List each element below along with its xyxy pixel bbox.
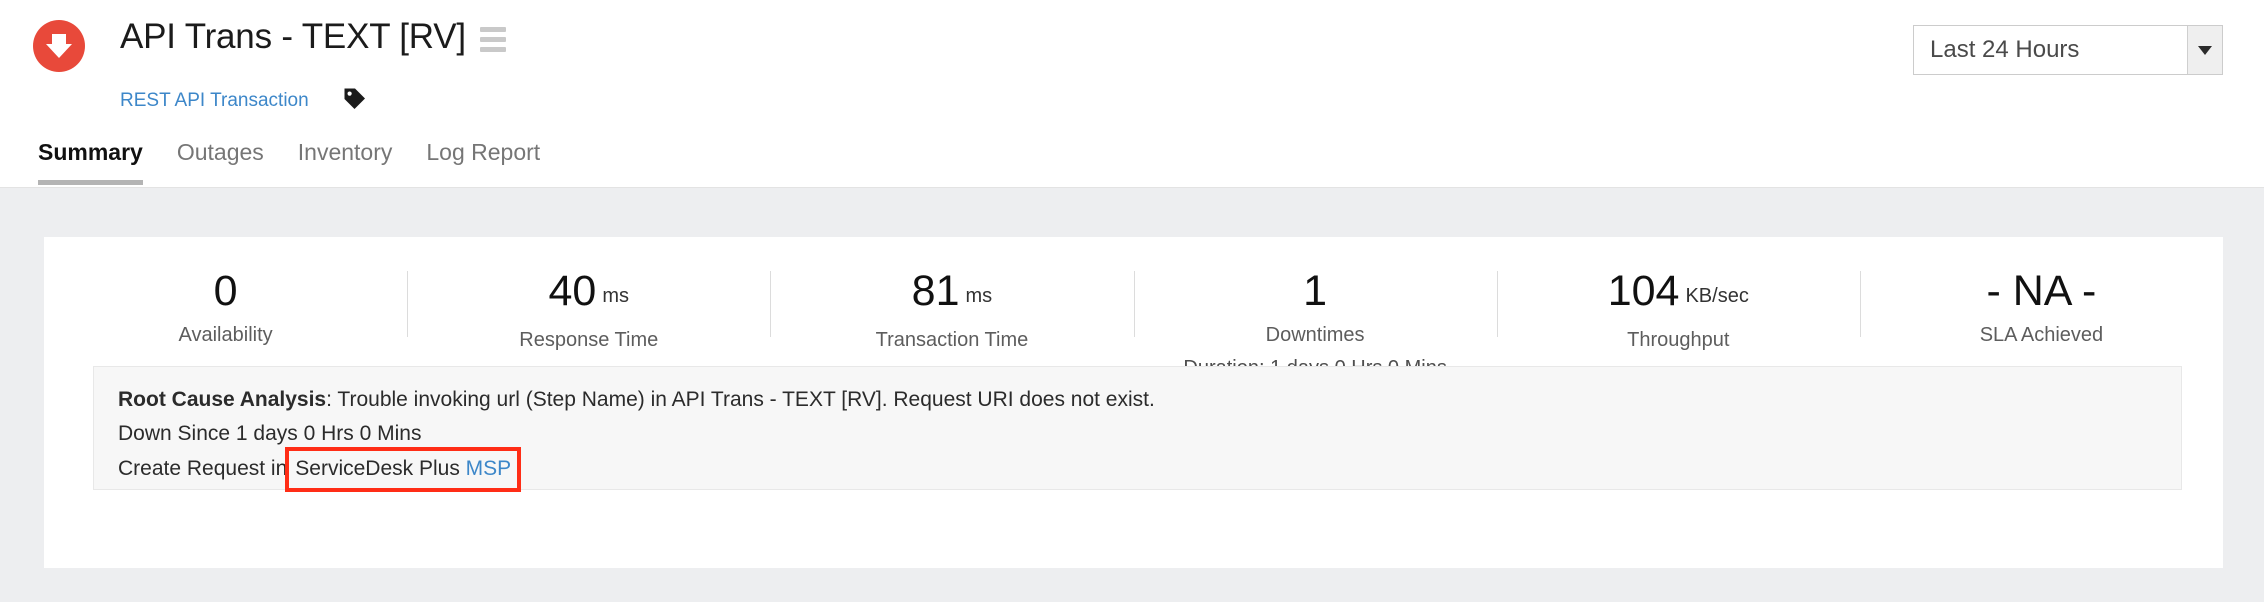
tab-outages[interactable]: Outages <box>177 138 264 185</box>
subtitle-row: REST API Transaction <box>120 85 368 117</box>
product-name: ServiceDesk Plus <box>295 457 460 480</box>
page-header: API Trans - TEXT [RV] REST API Transacti… <box>0 0 2264 188</box>
tab-bar: Summary Outages Inventory Log Report <box>38 138 540 185</box>
metric-sla-achieved: - NA - SLA Achieved <box>1859 267 2223 347</box>
metric-label: Availability <box>178 324 273 346</box>
metric-value: 1 <box>1303 267 1328 315</box>
monitor-type-link[interactable]: REST API Transaction <box>120 90 309 112</box>
tab-log-report[interactable]: Log Report <box>426 138 540 185</box>
create-request-prefix: Create Request in <box>118 457 288 480</box>
metrics-row: 0 Availability 40 ms Response Time 81 ms T… <box>44 237 2223 379</box>
monitor-summary-page: API Trans - TEXT [RV] REST API Transacti… <box>0 0 2264 602</box>
metric-value: 40 ms <box>407 267 770 320</box>
metric-label: Transaction Time <box>875 329 1029 351</box>
tab-summary[interactable]: Summary <box>38 138 143 185</box>
metric-unit: ms <box>965 285 993 307</box>
root-cause-analysis-panel: Root Cause Analysis: Trouble invoking ur… <box>93 366 2182 492</box>
metric-value: - NA - <box>1986 267 2097 315</box>
metric-label: Throughput <box>1627 329 1730 351</box>
servicedesk-plus-highlight: ServiceDesk Plus MSP <box>285 447 522 492</box>
arrow-down-status-icon <box>33 20 85 72</box>
rca-message: : Trouble invoking url (Step Name) in AP… <box>326 388 1155 411</box>
metric-number: 40 <box>548 267 597 315</box>
metric-number: 104 <box>1607 267 1680 315</box>
metric-label: Downtimes <box>1265 324 1365 346</box>
title-row: API Trans - TEXT [RV] <box>120 17 506 57</box>
metric-throughput: 104 KB/sec Throughput <box>1496 267 1860 352</box>
metric-downtimes: 1 Downtimes Duration: 1 days 0 Hrs 0 Min… <box>1133 267 1497 380</box>
metric-value: 104 KB/sec <box>1497 267 1860 320</box>
msp-link[interactable]: MSP <box>466 457 512 480</box>
metric-response-time: 40 ms Response Time <box>407 267 770 352</box>
metric-number: 81 <box>911 267 960 315</box>
metric-transaction-time: 81 ms Transaction Time <box>770 267 1133 352</box>
metric-value: 0 <box>213 267 238 315</box>
metric-unit: ms <box>602 285 630 307</box>
metric-unit: KB/sec <box>1685 285 1749 307</box>
chevron-down-icon[interactable] <box>2187 26 2222 74</box>
page-body: 0 Availability 40 ms Response Time 81 ms T… <box>0 188 2264 602</box>
hamburger-menu-icon[interactable] <box>479 23 506 52</box>
page-title: API Trans - TEXT [RV] <box>120 17 466 56</box>
metric-label: SLA Achieved <box>1979 324 2104 346</box>
rca-message-line: Root Cause Analysis: Trouble invoking ur… <box>118 383 2181 417</box>
metric-value: 81 ms <box>770 267 1133 320</box>
time-range-select[interactable]: Last 24 Hours <box>1913 25 2223 75</box>
rca-create-request-line: Create Request in ServiceDesk Plus MSP <box>118 447 2181 492</box>
rca-down-since: Down Since 1 days 0 Hrs 0 Mins <box>118 422 422 445</box>
metric-availability: 0 Availability <box>44 267 407 347</box>
rca-title: Root Cause Analysis <box>118 388 327 411</box>
tag-icon[interactable] <box>341 85 368 117</box>
metric-label: Response Time <box>519 329 659 351</box>
summary-card: 0 Availability 40 ms Response Time 81 ms T… <box>44 237 2223 568</box>
tab-inventory[interactable]: Inventory <box>298 138 393 185</box>
time-range-value: Last 24 Hours <box>1930 36 2080 63</box>
